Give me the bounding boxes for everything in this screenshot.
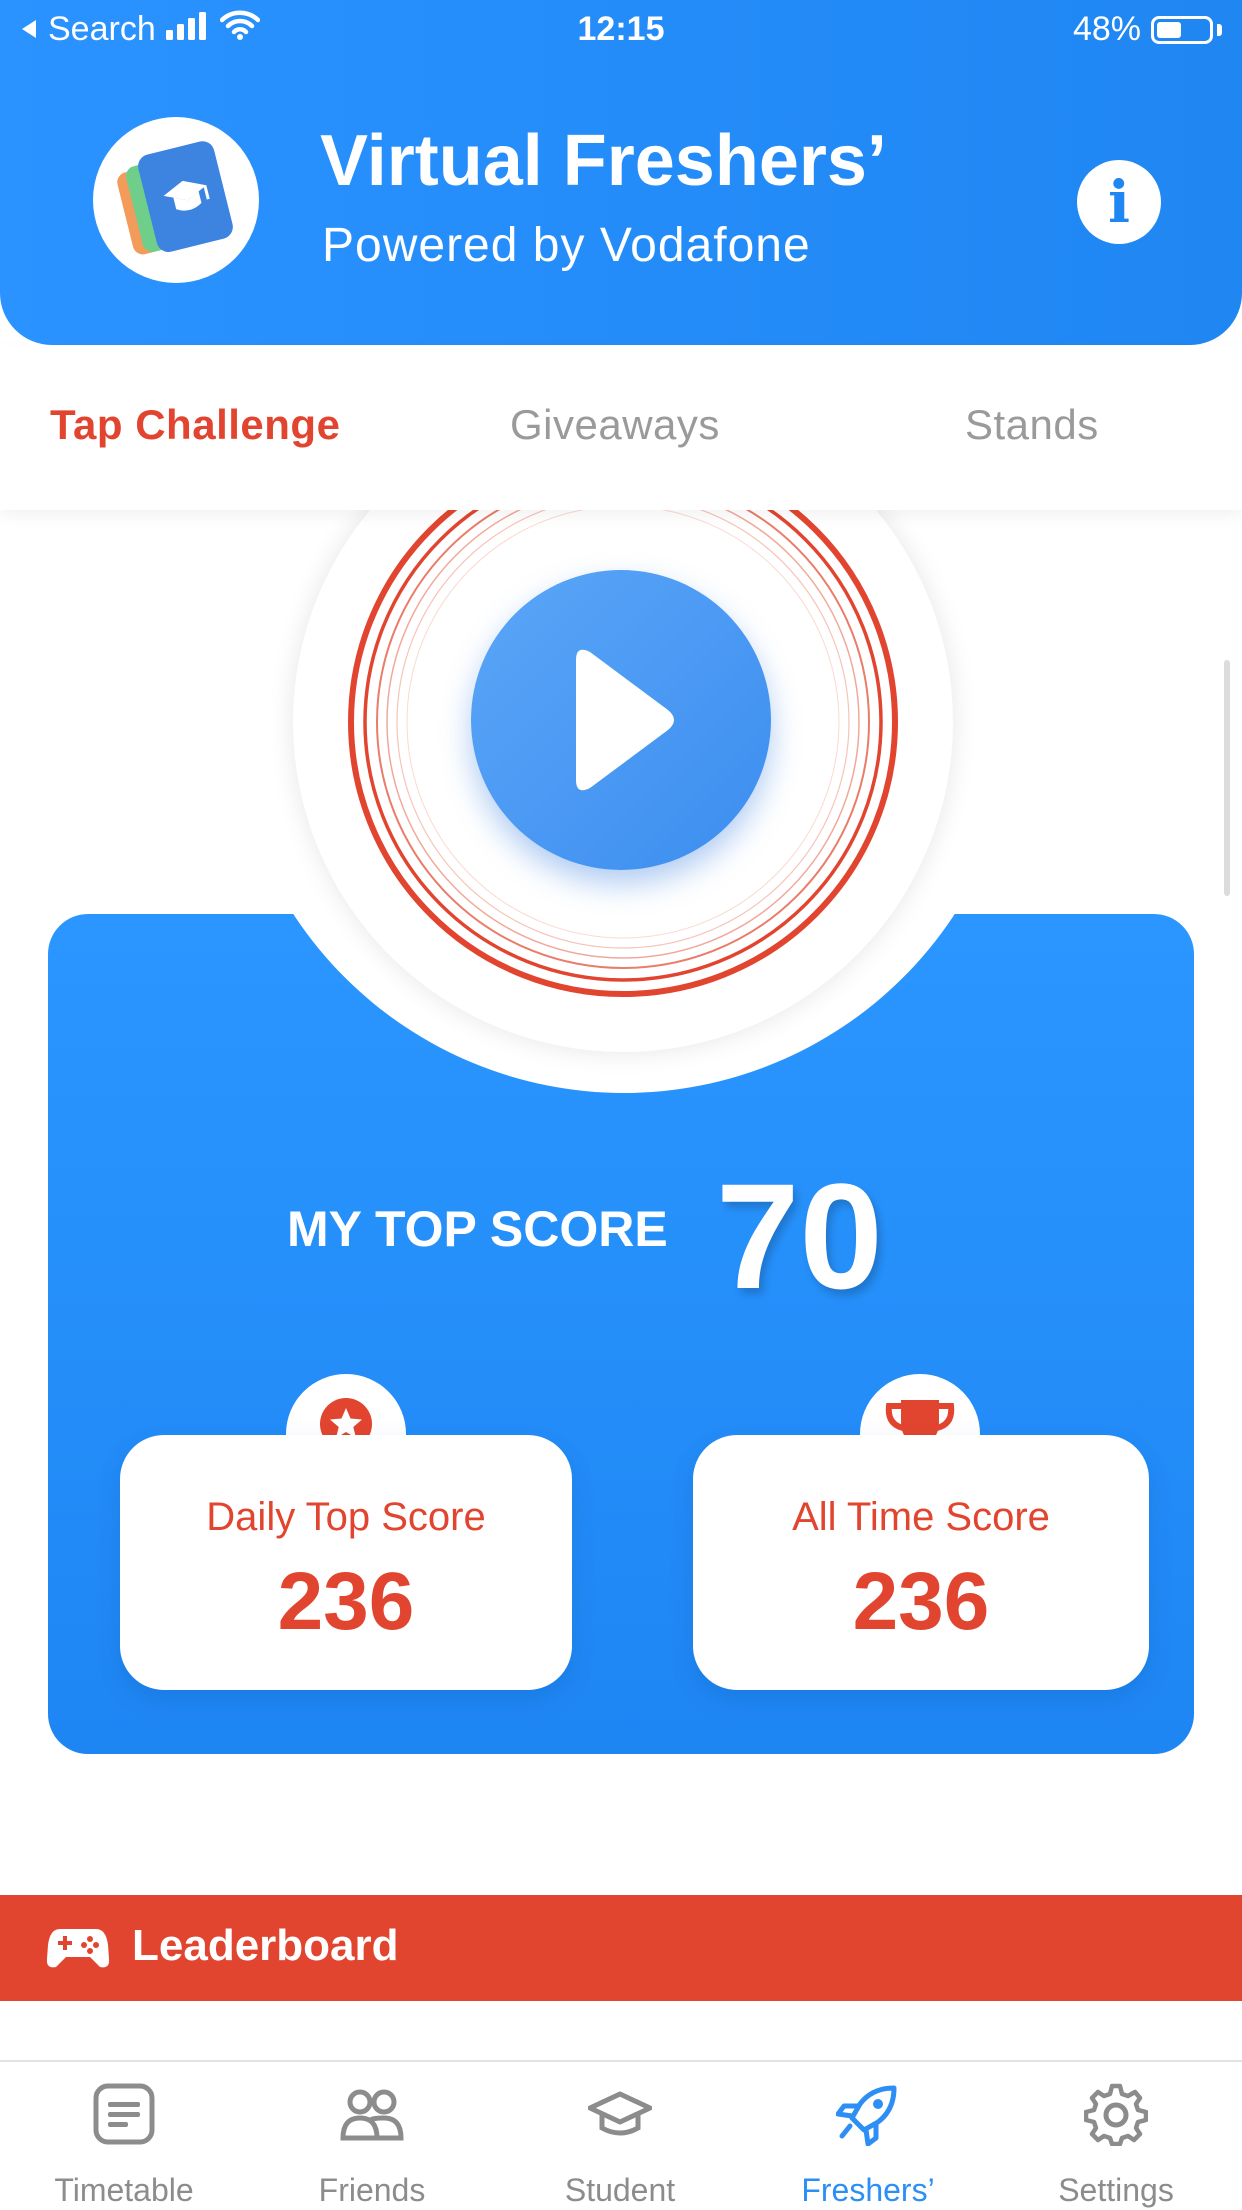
battery-status: 48% <box>1073 10 1222 49</box>
info-icon: i <box>1107 168 1131 236</box>
nav-freshers-label: Freshers’ <box>801 2172 935 2208</box>
tab-tap-challenge[interactable]: Tap Challenge <box>50 401 340 449</box>
status-bar: Search 12:15 48% <box>0 0 1242 62</box>
app-logo-icon <box>93 117 259 283</box>
scroll-indicator[interactable] <box>1224 660 1230 896</box>
friends-icon <box>340 2089 404 2141</box>
all-time-score-card: All Time Score 236 <box>693 1435 1149 1690</box>
segment-tabs: Tap Challenge Giveaways Stands <box>0 345 1242 510</box>
nav-friends[interactable]: Friends <box>248 2062 496 2210</box>
timetable-icon <box>93 2083 155 2145</box>
nav-friends-label: Friends <box>318 2172 426 2208</box>
leaderboard-bar[interactable]: Leaderboard <box>0 1895 1242 2001</box>
nav-settings-label: Settings <box>1058 2172 1174 2208</box>
clock: 12:15 <box>577 10 665 48</box>
battery-percent: 48% <box>1072 10 1141 48</box>
nav-freshers[interactable]: Freshers’ <box>744 2062 992 2210</box>
daily-top-score-card: Daily Top Score 236 <box>120 1435 572 1690</box>
battery-icon <box>1151 15 1213 44</box>
tab-giveaways[interactable]: Giveaways <box>510 401 720 449</box>
info-button[interactable]: i <box>1077 160 1161 244</box>
graduation-cap-icon <box>588 2091 652 2136</box>
app-header: Search 12:15 48% Virtual Freshers’ Power… <box>0 0 1242 345</box>
nav-timetable[interactable]: Timetable <box>0 2062 248 2210</box>
battery-level <box>1157 21 1181 38</box>
my-top-score-label: MY TOP SCORE <box>287 1201 668 1257</box>
nav-timetable-label: Timetable <box>54 2172 194 2208</box>
gear-icon <box>1084 2083 1148 2146</box>
my-top-score-value: 70 <box>716 1152 883 1320</box>
daily-top-score-value: 236 <box>277 1556 415 1647</box>
nav-settings[interactable]: Settings <box>992 2062 1240 2210</box>
rocket-icon <box>836 2085 897 2146</box>
daily-top-score-label: Daily Top Score <box>206 1495 486 1539</box>
nav-student[interactable]: Student <box>496 2062 744 2210</box>
all-time-score-value: 236 <box>852 1556 990 1647</box>
play-button[interactable] <box>471 570 771 870</box>
bottom-nav: Timetable Friends Student Freshers’ Sett… <box>0 2060 1242 2210</box>
nav-student-label: Student <box>564 2172 676 2208</box>
app-title: Virtual Freshers’ <box>320 121 887 201</box>
leaderboard-label: Leaderboard <box>132 1921 399 1970</box>
play-icon <box>576 649 674 791</box>
gamepad-icon <box>46 1923 110 1976</box>
all-time-score-label: All Time Score <box>792 1495 1050 1539</box>
app-subtitle: Powered by Vodafone <box>322 219 811 272</box>
battery-tip <box>1217 23 1222 36</box>
tab-stands[interactable]: Stands <box>965 401 1099 449</box>
